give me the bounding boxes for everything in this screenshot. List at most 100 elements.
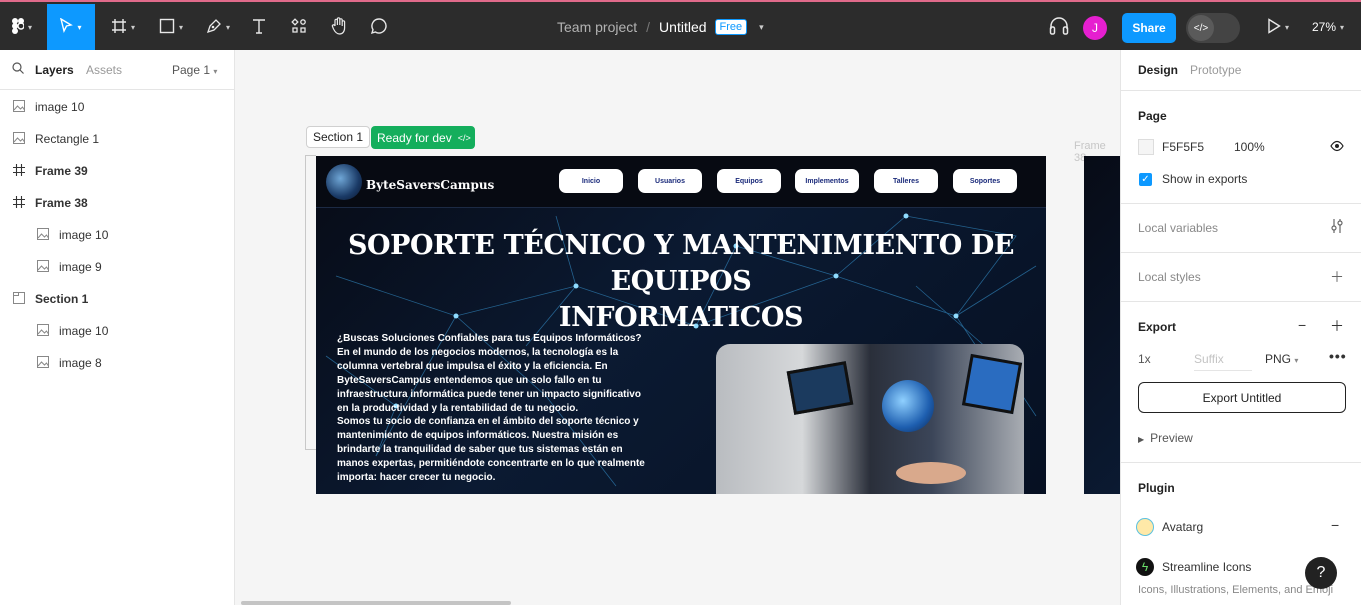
- plan-badge[interactable]: Free: [714, 19, 748, 35]
- layer-name: Frame 39: [35, 164, 88, 178]
- resources-button[interactable]: [285, 4, 313, 50]
- show-in-exports-checkbox[interactable]: ✓: [1139, 173, 1152, 186]
- team-project-link[interactable]: Team project: [557, 19, 637, 35]
- dev-mode-toggle[interactable]: </>: [1186, 13, 1240, 43]
- user-avatar[interactable]: J: [1083, 16, 1107, 40]
- design-canvas[interactable]: Section 1 Ready for dev </> ByteSaversCa…: [236, 50, 1120, 605]
- tab-assets[interactable]: Assets: [86, 63, 122, 77]
- help-button[interactable]: ?: [1305, 557, 1337, 589]
- local-styles-label[interactable]: Local styles: [1138, 270, 1201, 284]
- main-menu-button[interactable]: ▾: [0, 4, 44, 50]
- body-line: en la productividad y la rentabilidad de…: [337, 402, 579, 414]
- layer-row[interactable]: Rectangle 1: [0, 123, 235, 155]
- local-variables-label[interactable]: Local variables: [1138, 221, 1218, 235]
- tablet-graphic: [961, 353, 1023, 415]
- chevron-down-icon[interactable]: ▾: [759, 22, 764, 33]
- layer-row[interactable]: image 10: [0, 315, 235, 347]
- tab-design[interactable]: Design: [1138, 63, 1178, 77]
- page-section: Page F5F5F5 100% ✓ Show in exports: [1121, 91, 1361, 204]
- page-selector[interactable]: Page 1 ▾: [172, 63, 217, 77]
- share-button[interactable]: Share: [1122, 13, 1176, 43]
- export-button[interactable]: Export Untitled: [1138, 382, 1346, 413]
- hero-title-line: SOPORTE TÉCNICO Y MANTENIMIENTO DE EQUIP…: [347, 230, 1015, 297]
- hand-graphic: [896, 462, 966, 484]
- move-tool-button[interactable]: ▾: [47, 4, 95, 50]
- page-color-swatch[interactable]: [1138, 139, 1154, 155]
- layers-panel: Layers Assets Page 1 ▾ image 10 Rectangl…: [0, 50, 235, 605]
- pen-tool-button[interactable]: ▾: [198, 4, 238, 50]
- code-icon: </>: [1188, 15, 1214, 41]
- file-title[interactable]: Untitled: [659, 19, 706, 35]
- local-styles-section: Local styles ＋: [1121, 253, 1361, 302]
- zoom-menu[interactable]: 27% ▾: [1312, 2, 1344, 52]
- body-line: Somos tu socio de confianza en el ámbito…: [337, 416, 639, 428]
- components-icon: [291, 17, 307, 37]
- plugin-name[interactable]: Avatarg: [1162, 520, 1203, 534]
- chevron-down-icon: ▾: [130, 22, 135, 32]
- site-navbar: ByteSaversCampus Inicio Usuarios Equipos…: [316, 156, 1046, 208]
- layer-row[interactable]: Frame 38: [0, 187, 235, 219]
- hero-image: [716, 344, 1024, 494]
- export-format-label: PNG: [1265, 352, 1292, 366]
- tab-layers[interactable]: Layers: [35, 63, 74, 77]
- layer-row[interactable]: image 9: [0, 251, 235, 283]
- layer-row[interactable]: image 10: [0, 219, 235, 251]
- minus-icon[interactable]: −: [1298, 317, 1306, 333]
- section-label[interactable]: Section 1: [306, 126, 371, 148]
- site-nav-soportes[interactable]: Soportes: [953, 169, 1017, 193]
- layer-row[interactable]: Frame 39: [0, 155, 235, 187]
- ready-for-dev-label: Ready for dev: [377, 130, 452, 145]
- site-nav-usuarios[interactable]: Usuarios: [638, 169, 702, 193]
- website-frame[interactable]: ByteSaversCampus Inicio Usuarios Equipos…: [316, 156, 1046, 494]
- site-nav-implementos[interactable]: Implementos: [795, 169, 859, 193]
- chevron-down-icon: ▾: [213, 67, 218, 76]
- audio-call-button[interactable]: [1046, 4, 1072, 50]
- chevron-down-icon: ▾: [27, 22, 32, 32]
- horizontal-scrollbar[interactable]: [241, 601, 511, 605]
- hand-tool-button[interactable]: [326, 4, 352, 50]
- layer-row[interactable]: image 8: [0, 347, 235, 379]
- export-section: Export − ＋ 1x Suffix PNG ▾ ••• Export Un…: [1121, 302, 1361, 463]
- page-selector-label: Page 1: [172, 63, 211, 77]
- right-panel-tabs: Design Prototype: [1121, 50, 1361, 91]
- frame-tool-button[interactable]: ▾: [103, 4, 143, 50]
- preview-toggle[interactable]: ▶ Preview: [1138, 431, 1193, 445]
- frame-38-preview[interactable]: [1084, 156, 1120, 494]
- eye-icon[interactable]: [1330, 139, 1344, 155]
- layer-row[interactable]: Section 1: [0, 283, 235, 315]
- figma-logo-icon: [11, 17, 25, 37]
- play-icon: [1267, 17, 1281, 37]
- headphones-icon: [1049, 16, 1069, 38]
- body-line: manos expertas, permitiéndote concentrar…: [337, 458, 645, 470]
- image-icon: [36, 227, 50, 243]
- plugin-name[interactable]: Streamline Icons: [1162, 560, 1251, 574]
- chevron-down-icon: ▾: [1294, 356, 1299, 365]
- body-line: En el mundo de los negocios modernos, la…: [337, 346, 619, 358]
- hero-body-text: ¿Buscas Soluciones Confiables para tus E…: [337, 332, 697, 485]
- layer-row[interactable]: image 10: [0, 91, 235, 123]
- comment-tool-button[interactable]: [366, 4, 392, 50]
- more-options-icon[interactable]: •••: [1329, 348, 1347, 364]
- site-nav-inicio[interactable]: Inicio: [559, 169, 623, 193]
- ready-for-dev-badge[interactable]: Ready for dev </>: [371, 126, 475, 149]
- pen-icon: [206, 18, 222, 37]
- search-icon[interactable]: [12, 62, 24, 77]
- site-brand: ByteSaversCampus: [366, 178, 495, 192]
- body-line: importa: hacer crecer tu negocio.: [337, 472, 496, 484]
- present-button[interactable]: ▾: [1260, 4, 1296, 50]
- page-color-value[interactable]: F5F5F5: [1162, 140, 1204, 154]
- body-line: columna vertebral que impulsa el éxito y…: [337, 360, 608, 372]
- tab-prototype[interactable]: Prototype: [1190, 63, 1241, 77]
- variables-icon[interactable]: [1330, 218, 1344, 237]
- site-nav-equipos[interactable]: Equipos: [717, 169, 781, 193]
- export-format-select[interactable]: PNG ▾: [1265, 352, 1298, 366]
- plus-icon[interactable]: ＋: [1330, 267, 1344, 287]
- site-nav-talleres[interactable]: Talleres: [874, 169, 938, 193]
- export-scale[interactable]: 1x: [1138, 352, 1151, 366]
- minus-icon[interactable]: −: [1331, 517, 1339, 533]
- export-suffix-input[interactable]: Suffix: [1194, 352, 1252, 371]
- text-tool-button[interactable]: [246, 4, 272, 50]
- shape-tool-button[interactable]: ▾: [151, 4, 191, 50]
- page-opacity-value[interactable]: 100%: [1234, 140, 1265, 154]
- plus-icon[interactable]: ＋: [1330, 316, 1344, 336]
